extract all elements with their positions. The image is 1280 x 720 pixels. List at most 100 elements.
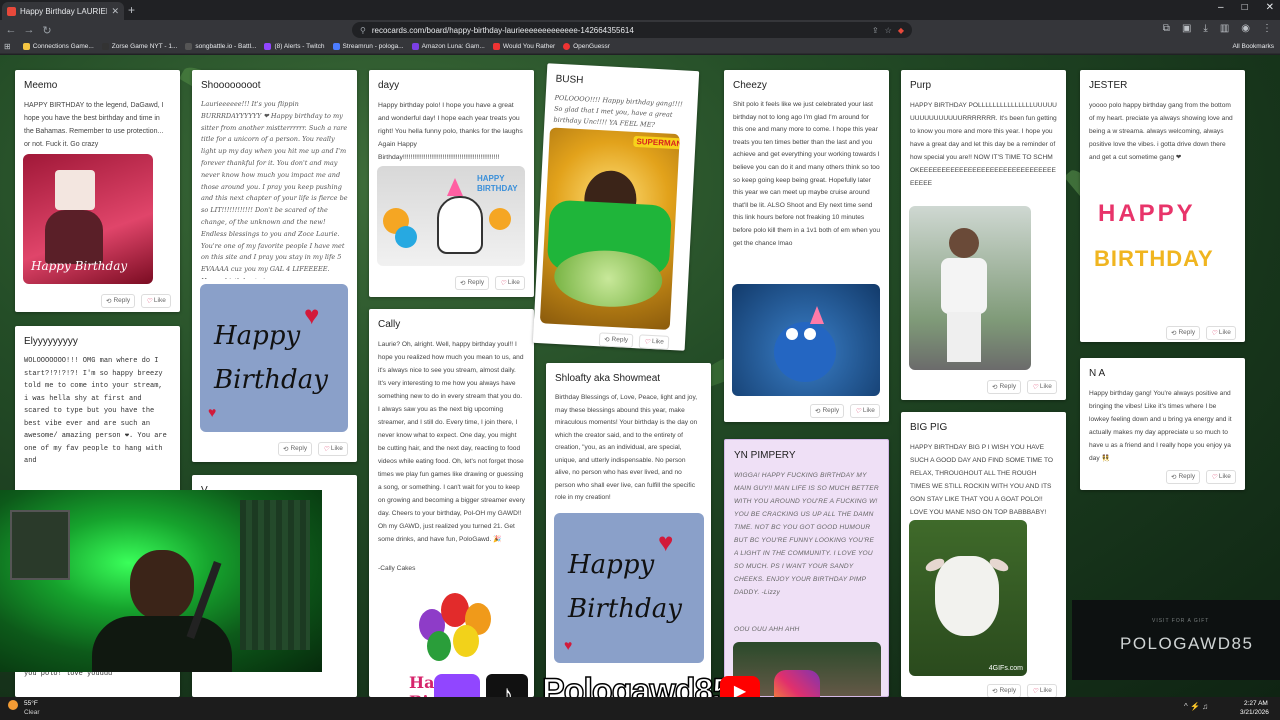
card-author: Shoooooooot [201, 80, 261, 91]
reply-button[interactable]: ⟲ Reply [278, 442, 313, 456]
reply-button[interactable]: ⟲ Reply [101, 294, 136, 308]
dog-figure [437, 196, 483, 254]
candle-text-birthday: BIRTHDAY [1094, 246, 1214, 271]
bookmark-streamrun[interactable]: Streamrun - pologa... [332, 43, 404, 50]
happy-birthday-candles-art: HAPPY BIRTHDAY [1094, 180, 1234, 290]
heart-icon: ♥ [208, 404, 217, 420]
like-button[interactable]: ♡ Like [638, 334, 670, 350]
person-shirt [941, 258, 987, 314]
weather-icon [8, 700, 18, 710]
bookmark-favicon-icon [185, 43, 193, 50]
shelf [240, 500, 310, 650]
apps-grid-icon[interactable]: ⊞ [4, 42, 11, 51]
bookmark-songbattle[interactable]: songbattle.io - Battl... [185, 43, 256, 50]
reply-button[interactable]: ⟲ Reply [1166, 326, 1201, 340]
like-button[interactable]: ♡ Like [1027, 380, 1057, 394]
reply-button[interactable]: ⟲ Reply [598, 332, 634, 349]
clock-time[interactable]: 2:27 AM [1244, 700, 1268, 707]
brand-name: POLOGAWD85 [1120, 634, 1254, 653]
window-close-icon[interactable]: ✕ [1266, 2, 1274, 13]
tray-icons[interactable]: ^ ⚡ ♫ [1184, 702, 1208, 711]
card-message: HAPPY BIRTHDAY BIG P I WISH YOU HAVE SUC… [910, 444, 1054, 516]
birthday-gif: Happy Birthday [23, 154, 153, 284]
bookmark-favicon-icon [332, 43, 340, 50]
card-author: BIG PIG [910, 422, 948, 433]
card-meemo: Meemo HAPPY BIRTHDAY to the legend, DaGa… [15, 70, 180, 312]
weather-text: Clear [24, 709, 40, 716]
cookie-monster-gif [732, 284, 880, 396]
bookmark-favicon-icon [22, 43, 30, 50]
sidebar-icon[interactable]: ▥ [1220, 23, 1229, 34]
share-icon[interactable]: ⇪ [872, 26, 879, 35]
card-yn-pimpery: YN PIMPERY WIGGA! HAPPY FUCKING BIRTHDAY… [724, 439, 889, 697]
heart-icon: ♥ [304, 300, 320, 330]
bookmark-zorse[interactable]: Zorse Game NYT - 1... [101, 43, 177, 50]
close-icon[interactable]: ✕ [111, 6, 119, 17]
reply-button[interactable]: ⟲ Reply [455, 276, 490, 290]
menu-icon[interactable]: ⋮ [1262, 23, 1272, 34]
dancing-gif [909, 206, 1031, 370]
minimize-icon[interactable]: – [1218, 2, 1224, 13]
superman-logo: SUPERMAN [633, 135, 680, 150]
bookmark-connections[interactable]: Connections Game... [22, 43, 94, 50]
omnibox[interactable]: ⚲ recocards.com/board/happy-birthday-lau… [352, 22, 912, 38]
tab-happy-birthday[interactable]: Happy Birthday LAURIEEEEEEE ✕ [2, 2, 124, 20]
card-actions: ⟲ Reply ♡ Like [987, 380, 1057, 394]
goat-head [935, 556, 999, 636]
extension-icon[interactable]: ◆ [898, 26, 904, 35]
like-button[interactable]: ♡ Like [141, 294, 171, 308]
card-bush: BUSH POLOOOO!!!! Happy birthday gang!!!!… [532, 63, 700, 351]
heart-icon: ♡ [500, 280, 506, 287]
new-tab-icon[interactable]: + [128, 3, 135, 17]
gif-caption: Happy Birthday [31, 259, 128, 273]
url-text[interactable]: recocards.com/board/happy-birthday-lauri… [372, 26, 866, 35]
reload-icon[interactable]: ↻ [40, 24, 54, 37]
person-head [949, 228, 979, 258]
heart-icon: ♥ [658, 527, 674, 557]
card-message: Laurie? Oh, alright. Well, happy birthda… [378, 341, 525, 543]
site-info-icon[interactable]: ⚲ [360, 26, 366, 35]
tab-search-icon[interactable]: ▣ [1182, 23, 1191, 34]
bookmark-openguessr[interactable]: OpenGuessr [563, 43, 610, 50]
bookmark-favicon-icon [101, 43, 109, 50]
clock-date[interactable]: 3/21/2026 [1240, 709, 1269, 716]
bookmark-would-you-rather[interactable]: Would You Rather [492, 43, 555, 50]
like-button[interactable]: ♡ Like [495, 276, 525, 290]
heart-icon: ♡ [643, 338, 651, 346]
reply-button[interactable]: ⟲ Reply [810, 404, 845, 418]
webcam-overlay [0, 490, 322, 672]
wall-poster [10, 510, 70, 580]
back-icon[interactable]: ← [4, 24, 18, 36]
card-message: WIGGA! HAPPY FUCKING BIRTHDAY MY MAIN GU… [734, 472, 879, 596]
reply-button[interactable]: ⟲ Reply [987, 684, 1022, 697]
card-author: N A [1089, 368, 1106, 379]
card-author: Shloafty aka Showmeat [555, 373, 661, 384]
card-cheezy: Cheezy Shit polo it feels like we just c… [724, 70, 889, 422]
all-bookmarks[interactable]: All Bookmarks [1232, 43, 1274, 50]
card-message: Birthday Blessings of, Love, Peace, ligh… [555, 394, 698, 501]
maximize-icon[interactable]: □ [1242, 2, 1248, 13]
bookmark-amazon-luna[interactable]: Amazon Luna: Gam... [411, 43, 485, 50]
card-actions: ⟲ Reply ♡ Like [987, 684, 1057, 697]
like-button[interactable]: ♡ Like [1027, 684, 1057, 697]
heart-icon: ♡ [1211, 474, 1217, 481]
reply-button[interactable]: ⟲ Reply [987, 380, 1022, 394]
eye [804, 328, 816, 340]
like-button[interactable]: ♡ Like [1206, 326, 1236, 340]
star-icon[interactable]: ☆ [885, 26, 892, 35]
card-actions: ⟲ Reply ♡ Like [278, 442, 348, 456]
card-cally: Cally Laurie? Oh, alright. Well, happy b… [369, 309, 534, 697]
bookmark-twitch-alerts[interactable]: (8) Alerts - Twitch [264, 43, 325, 50]
extensions-icon[interactable]: ⧉ [1163, 23, 1170, 34]
download-icon[interactable]: ⤓ [1203, 23, 1207, 34]
like-button[interactable]: ♡ Like [318, 442, 348, 456]
card-message: POLOOOO!!!! Happy birthday gang!!!! So g… [553, 93, 683, 129]
forward-icon[interactable]: → [22, 24, 36, 36]
card-purp: Purp HAPPY BIRTHDAY POLLLLLLLLLLLLLLLUUU… [901, 70, 1066, 400]
card-message: Shit polo it feels like we just celebrat… [733, 101, 880, 247]
figure-body [45, 210, 103, 264]
reply-button[interactable]: ⟲ Reply [1166, 470, 1201, 484]
profile-icon[interactable]: ◉ [1241, 23, 1250, 34]
like-button[interactable]: ♡ Like [850, 404, 880, 418]
like-button[interactable]: ♡ Like [1206, 470, 1236, 484]
